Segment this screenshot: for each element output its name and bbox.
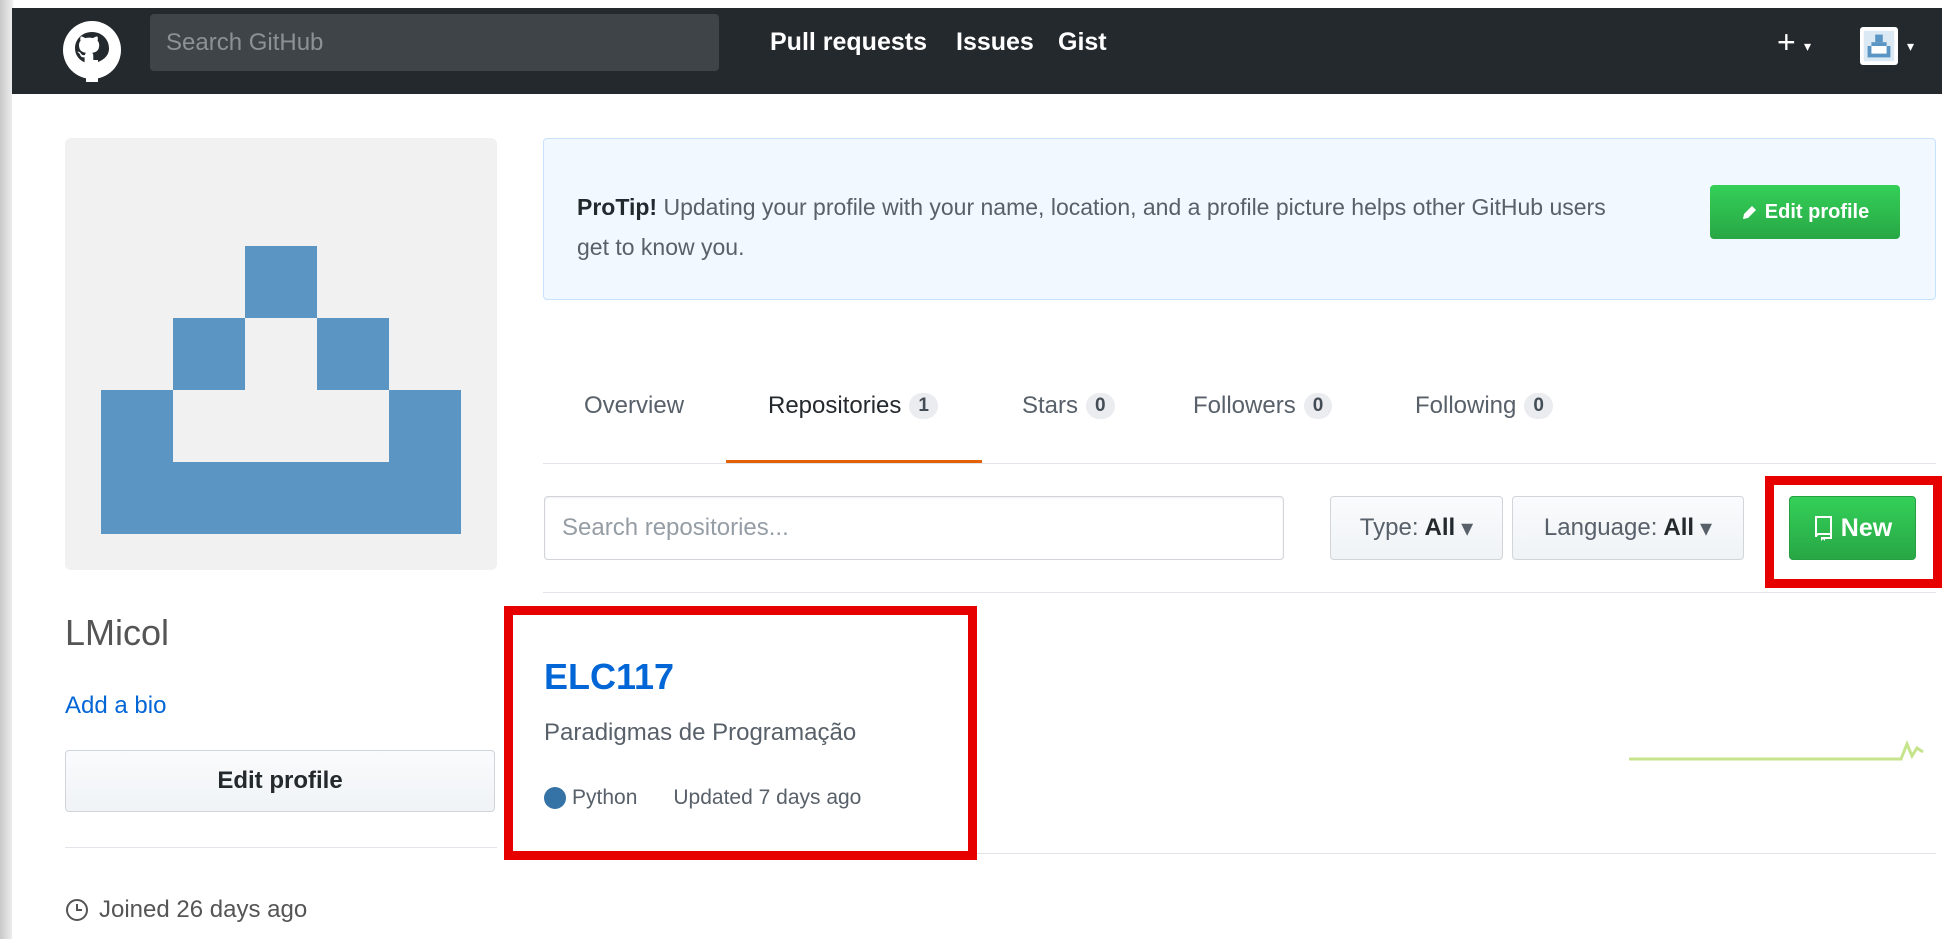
github-profile-page: Search GitHub Pull requests Issues Gist …	[12, 8, 1942, 939]
repositories-counter: 1	[909, 393, 938, 419]
tab-overview[interactable]: Overview	[584, 392, 684, 420]
protip-button-label: Edit profile	[1764, 200, 1870, 223]
protip-message: Updating your profile with your name, lo…	[577, 194, 1606, 260]
chevron-down-icon: ▾	[1700, 514, 1713, 542]
clock-icon	[66, 899, 88, 921]
tabs-divider	[543, 463, 1936, 464]
tab-label: Stars	[1022, 392, 1079, 419]
protip-label: ProTip!	[577, 194, 658, 220]
global-search-input[interactable]: Search GitHub	[150, 14, 719, 71]
chevron-down-icon[interactable]: ▾	[1804, 38, 1811, 55]
language-filter-dropdown[interactable]: Language: All ▾	[1512, 496, 1744, 560]
tab-following[interactable]: Following 0	[1415, 392, 1553, 420]
pencil-icon	[1742, 206, 1756, 219]
protip-text: ProTip! Updating your profile with your …	[577, 187, 1617, 267]
repository-search-input[interactable]: Search repositories...	[544, 496, 1284, 560]
nav-pull-requests[interactable]: Pull requests	[770, 28, 927, 57]
protip-banner: ProTip! Updating your profile with your …	[543, 138, 1936, 300]
type-filter-value: All	[1424, 514, 1456, 541]
tab-followers[interactable]: Followers 0	[1193, 392, 1333, 420]
following-counter: 0	[1524, 393, 1553, 419]
stars-counter: 0	[1086, 393, 1115, 419]
sidebar-divider	[65, 847, 497, 848]
highlight-box-new-button	[1765, 476, 1942, 588]
add-bio-link[interactable]: Add a bio	[65, 692, 166, 720]
edit-profile-button[interactable]: Edit profile	[65, 750, 495, 812]
create-new-plus-icon[interactable]: +	[1777, 26, 1796, 58]
joined-text: Joined 26 days ago	[99, 896, 308, 923]
user-avatar-menu[interactable]	[1860, 27, 1898, 65]
tab-label: Repositories	[768, 392, 902, 419]
profile-username: LMicol	[65, 612, 170, 653]
language-filter-label: Language:	[1543, 514, 1658, 541]
type-filter-dropdown[interactable]: Type: All ▾	[1330, 496, 1503, 560]
activity-sparkline	[1629, 740, 1924, 761]
tab-label: Followers	[1193, 392, 1296, 419]
identicon-icon	[1863, 30, 1895, 62]
language-filter-value: All	[1663, 514, 1695, 541]
highlight-box-repository	[504, 606, 977, 860]
tab-repositories[interactable]: Repositories 1	[768, 392, 938, 420]
joined-date: Joined 26 days ago	[65, 896, 307, 924]
tab-label: Overview	[584, 392, 685, 419]
nav-issues[interactable]: Issues	[956, 28, 1034, 57]
tab-stars[interactable]: Stars 0	[1022, 392, 1115, 420]
profile-avatar[interactable]	[65, 138, 497, 570]
protip-edit-profile-button[interactable]: Edit profile	[1710, 185, 1900, 239]
chevron-down-icon[interactable]: ▾	[1907, 38, 1914, 55]
followers-counter: 0	[1303, 393, 1333, 419]
type-filter-label: Type:	[1359, 514, 1419, 541]
top-navigation-bar: Search GitHub Pull requests Issues Gist …	[12, 8, 1942, 94]
filters-divider	[543, 592, 1936, 593]
github-logo-icon[interactable]	[60, 18, 124, 82]
tab-label: Following	[1415, 392, 1517, 419]
nav-gist[interactable]: Gist	[1058, 28, 1107, 57]
chevron-down-icon: ▾	[1461, 514, 1474, 542]
